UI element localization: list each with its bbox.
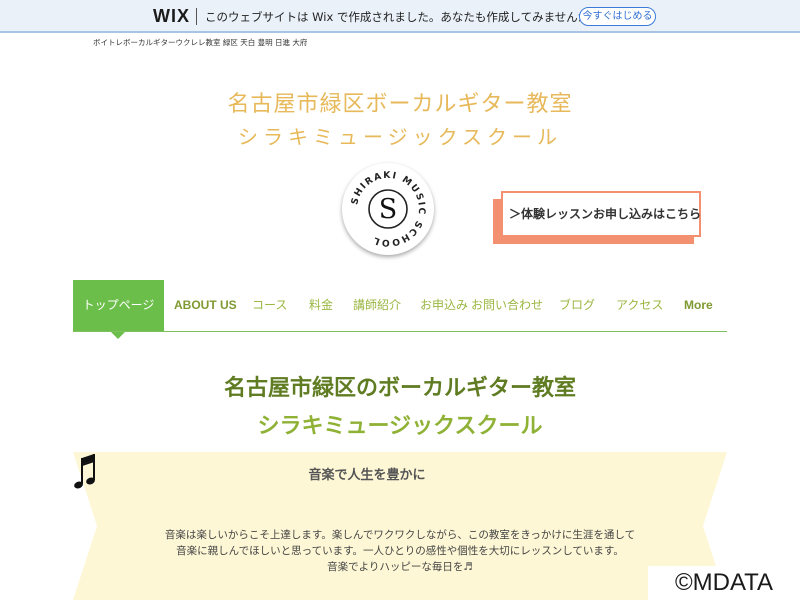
nav-item-teacher[interactable]: 講師紹介 [353, 280, 401, 331]
nav-active-indicator [111, 332, 125, 339]
intro-panel: 音楽で人生を豊かに 音楽は楽しいからこそ上達します。楽しんでワクワクしながら、こ… [73, 452, 727, 600]
music-note-icon [74, 454, 95, 489]
logo-letter: S [379, 194, 398, 225]
wix-banner: WIX このウェブサイトは Wix で作成されました。あなたも作成してみませんか… [0, 0, 800, 33]
school-logo[interactable]: SHIRAKI MUSIC SCHOOL S [342, 163, 434, 255]
nav-item-course[interactable]: コース [252, 280, 287, 331]
panel-heading-text: 音楽で人生を豊かに [308, 468, 426, 483]
nav-item-apply[interactable]: お申込み [420, 280, 468, 331]
main-nav: トップページ ABOUT US コース 料金 講師紹介 お申込み お問い合わせ … [73, 280, 727, 332]
wix-logo[interactable]: WIX [153, 6, 190, 27]
school-logo-graphic: SHIRAKI MUSIC SCHOOL S [349, 170, 425, 248]
nav-item-top[interactable]: トップページ [73, 280, 164, 331]
trial-lesson-button[interactable]: ＞体験レッスンお申し込みはこちら [501, 191, 701, 237]
wix-divider [196, 8, 197, 25]
panel-heading: 音楽で人生を豊かに [73, 464, 727, 483]
nav-item-contact[interactable]: お問い合わせ [471, 280, 543, 331]
site-title-line2: シラキミュージックスクール [238, 125, 562, 149]
nav-item-access[interactable]: アクセス [616, 280, 663, 331]
panel-body-line3: 音楽でよりハッピーな毎日を♬ [327, 561, 473, 573]
main-subheading: シラキミュージックスクール [257, 414, 543, 439]
copyright-watermark: ©MDATA [648, 566, 800, 600]
panel-body-line2: 音楽に親しんでほしいと思っています。一人ひとりの感性や個性を大切にレッスンしてい… [176, 545, 624, 557]
site-tagline: ボイトレボーカルギターウクレレ教室 緑区 天白 豊明 日進 大府 [93, 38, 308, 47]
main-heading: 名古屋市緑区のボーカルギター教室 [223, 376, 576, 401]
nav-item-blog[interactable]: ブログ [559, 280, 595, 331]
nav-item-about[interactable]: ABOUT US [174, 280, 237, 331]
panel-body-line1: 音楽は楽しいからこそ上達します。楽しんでワクワクしながら、この教室をきっかけに生… [164, 529, 636, 541]
nav-item-more[interactable]: More [684, 280, 713, 331]
wix-message: このウェブサイトは Wix で作成されました。あなたも作成してみませんか？ [205, 10, 601, 24]
nav-item-price[interactable]: 料金 [309, 280, 333, 331]
wix-start-button[interactable]: 今すぐはじめる [579, 7, 656, 26]
site-title-line1: 名古屋市緑区ボーカルギター教室 [227, 92, 573, 117]
